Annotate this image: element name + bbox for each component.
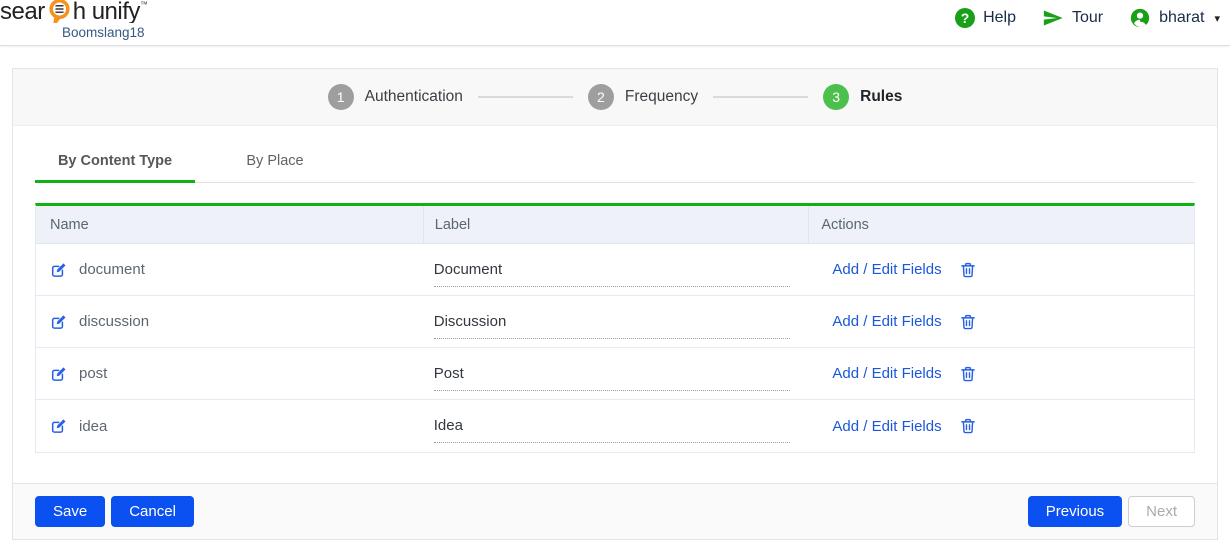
footer-left-buttons: Save Cancel bbox=[35, 496, 194, 527]
help-icon: ? bbox=[955, 8, 975, 28]
edit-icon[interactable] bbox=[50, 365, 68, 383]
table-row: idea Add / Edit Fields bbox=[36, 400, 1194, 452]
tab-by-place[interactable]: By Place bbox=[195, 144, 355, 183]
logo-text-right: h unify bbox=[73, 0, 140, 23]
header-nav: ? Help Tour bharat ▾ bbox=[955, 0, 1230, 29]
previous-button[interactable]: Previous bbox=[1028, 496, 1122, 527]
paper-plane-icon bbox=[1042, 7, 1064, 29]
step-frequency: 2 Frequency bbox=[588, 84, 698, 110]
step-2-label: Frequency bbox=[625, 88, 698, 106]
logo-text-left: sear bbox=[0, 0, 45, 23]
help-link[interactable]: ? Help bbox=[955, 8, 1016, 28]
content-type-name: post bbox=[79, 365, 107, 382]
cancel-button[interactable]: Cancel bbox=[111, 496, 194, 527]
step-1-label: Authentication bbox=[365, 88, 463, 106]
help-label: Help bbox=[983, 9, 1016, 27]
label-input[interactable] bbox=[434, 417, 790, 443]
content-type-name: idea bbox=[79, 418, 107, 435]
step-3-label: Rules bbox=[860, 88, 902, 106]
next-button: Next bbox=[1128, 496, 1195, 527]
edit-icon[interactable] bbox=[50, 261, 68, 279]
edit-icon[interactable] bbox=[50, 313, 68, 331]
top-header: sear h unify ™ Boomslang18 ? Help Tour b… bbox=[0, 0, 1230, 46]
add-edit-fields-link[interactable]: Add / Edit Fields bbox=[832, 418, 941, 435]
logo[interactable]: sear h unify ™ Boomslang18 bbox=[0, 0, 147, 40]
stepper-connector bbox=[713, 96, 808, 98]
column-header-name: Name bbox=[36, 217, 423, 233]
label-input[interactable] bbox=[434, 261, 790, 287]
table-row: document Add / Edit Fields bbox=[36, 244, 1194, 296]
rules-tabbar: By Content Type By Place bbox=[35, 144, 1195, 183]
username-label: bharat bbox=[1159, 9, 1204, 27]
footer-right-buttons: Previous Next bbox=[1028, 496, 1195, 527]
step-authentication: 1 Authentication bbox=[328, 84, 463, 110]
step-1-circle: 1 bbox=[328, 84, 354, 110]
delete-icon[interactable] bbox=[959, 313, 977, 331]
add-edit-fields-link[interactable]: Add / Edit Fields bbox=[832, 261, 941, 278]
label-input[interactable] bbox=[434, 365, 790, 391]
step-rules: 3 Rules bbox=[823, 84, 902, 110]
table-row: discussion Add / Edit Fields bbox=[36, 296, 1194, 348]
logo-text: sear h unify ™ bbox=[0, 0, 147, 23]
wizard-card: 1 Authentication 2 Frequency 3 Rules By … bbox=[12, 68, 1218, 540]
instance-name: Boomslang18 bbox=[62, 26, 147, 40]
wizard-footer: Save Cancel Previous Next bbox=[13, 483, 1217, 539]
column-header-actions: Actions bbox=[808, 206, 1194, 243]
column-header-label: Label bbox=[423, 206, 809, 243]
add-edit-fields-link[interactable]: Add / Edit Fields bbox=[832, 365, 941, 382]
step-2-circle: 2 bbox=[588, 84, 614, 110]
user-menu[interactable]: bharat ▾ bbox=[1129, 7, 1220, 29]
trademark-symbol: ™ bbox=[140, 1, 148, 9]
content-type-name: discussion bbox=[79, 313, 149, 330]
delete-icon[interactable] bbox=[959, 417, 977, 435]
tab-by-content-type[interactable]: By Content Type bbox=[35, 144, 195, 183]
save-button[interactable]: Save bbox=[35, 496, 105, 527]
table-header-row: Name Label Actions bbox=[36, 206, 1194, 244]
add-edit-fields-link[interactable]: Add / Edit Fields bbox=[832, 313, 941, 330]
user-avatar-icon bbox=[1129, 7, 1151, 29]
step-3-circle: 3 bbox=[823, 84, 849, 110]
edit-icon[interactable] bbox=[50, 417, 68, 435]
label-input[interactable] bbox=[434, 313, 790, 339]
delete-icon[interactable] bbox=[959, 261, 977, 279]
chevron-down-icon: ▾ bbox=[1214, 12, 1220, 25]
tour-link[interactable]: Tour bbox=[1042, 7, 1103, 29]
stepper-connector bbox=[478, 96, 573, 98]
content-type-name: document bbox=[79, 261, 145, 278]
table-row: post Add / Edit Fields bbox=[36, 348, 1194, 400]
tour-label: Tour bbox=[1072, 9, 1103, 27]
wizard-stepper: 1 Authentication 2 Frequency 3 Rules bbox=[13, 69, 1217, 126]
content-types-table: Name Label Actions document Add / Edit F… bbox=[35, 203, 1195, 453]
magnifier-icon bbox=[44, 0, 74, 23]
delete-icon[interactable] bbox=[959, 365, 977, 383]
